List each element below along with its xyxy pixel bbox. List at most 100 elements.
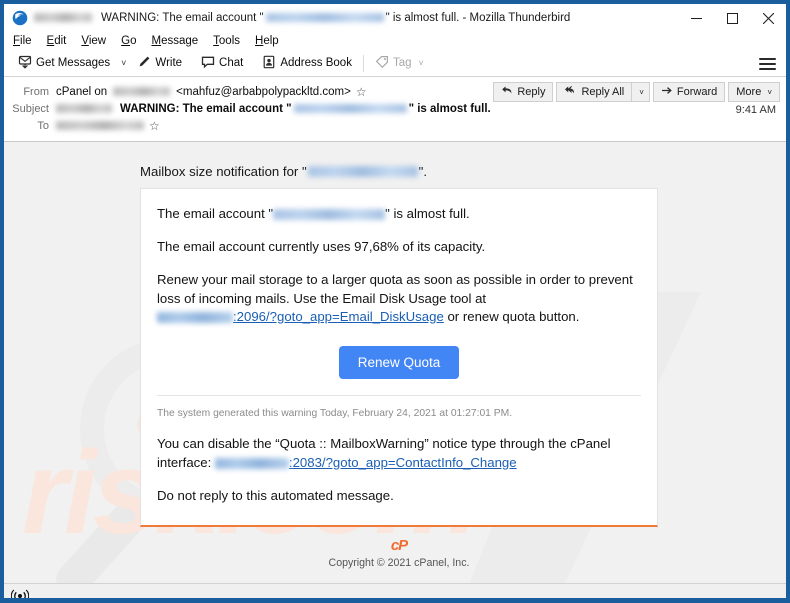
menu-tools-label: ools <box>218 35 241 47</box>
address-book-icon <box>262 55 276 72</box>
reply-all-arrow-icon <box>564 85 577 99</box>
menu-edit-label: dit <box>54 35 67 47</box>
capacity-usage-line: The email account currently uses 97,68% … <box>157 239 486 255</box>
window-title-text-end: " is almost full. - Mozilla Thunderbird <box>385 11 571 24</box>
redacted-disk-usage-host <box>157 311 233 323</box>
window-controls <box>678 4 786 32</box>
redacted-to-address <box>56 121 144 130</box>
no-reply-line: Do not reply to this automated message. <box>157 487 394 503</box>
menu-go[interactable]: Go <box>121 35 143 47</box>
renew-quota-button[interactable]: Renew Quota <box>338 346 460 380</box>
toolbar-separator <box>362 54 364 72</box>
window-title: WARNING: The email account " " is almost… <box>34 12 570 24</box>
title-bar: WARNING: The email account " " is almost… <box>4 4 786 32</box>
menu-go-label: o <box>130 35 137 47</box>
star-icon[interactable]: ☆ <box>149 120 160 132</box>
mailbox-notification-line: Mailbox size notification for " ". <box>140 164 786 179</box>
reply-all-label: Reply All <box>581 86 625 98</box>
renew-instruction-text: Renew your mail storage to a larger quot… <box>157 272 633 306</box>
menu-go-key: G <box>121 35 131 47</box>
menu-message-label: essage <box>161 35 199 47</box>
reply-all-dropdown[interactable]: ˅ <box>631 82 650 102</box>
email-footer: cP Copyright © 2021 cPanel, Inc. <box>140 527 658 569</box>
get-messages-label: Get Messages <box>36 57 111 69</box>
redacted-account-email <box>273 209 386 221</box>
thunderbird-icon <box>12 10 28 26</box>
minimize-button[interactable] <box>678 4 714 32</box>
chat-button[interactable]: Chat <box>195 53 249 74</box>
menu-view[interactable]: View <box>81 35 113 47</box>
menu-file[interactable]: File <box>13 35 39 47</box>
subject-text: WARNING: The email account " <box>120 102 292 115</box>
reply-label: Reply <box>517 86 546 98</box>
download-mail-icon <box>18 55 32 72</box>
main-toolbar: Get Messages ˅ Write Chat Address Book T… <box>4 50 786 77</box>
pencil-icon <box>137 55 151 72</box>
subject-value: WARNING: The email account " " is almost… <box>56 103 491 115</box>
message-time: 9:41 AM <box>735 104 776 116</box>
renew-instruction-line: Renew your mail storage to a larger quot… <box>157 271 641 326</box>
system-generated-note: The system generated this warning Today,… <box>157 408 513 420</box>
reply-all-split-button: Reply All ˅ <box>556 82 650 102</box>
chat-label: Chat <box>219 57 244 69</box>
reply-arrow-icon <box>501 85 513 99</box>
chevron-down-icon: ˅ <box>767 87 772 97</box>
close-button[interactable] <box>750 4 786 32</box>
address-book-label: Address Book <box>280 57 352 69</box>
copyright-text: Copyright © 2021 cPanel, Inc. <box>328 556 470 569</box>
hamburger-menu-icon[interactable] <box>759 55 776 72</box>
more-button[interactable]: More ˅ <box>728 82 780 102</box>
tag-label: Tag <box>392 57 412 69</box>
tag-icon <box>375 55 389 72</box>
star-icon[interactable]: ☆ <box>356 86 367 98</box>
reply-all-button[interactable]: Reply All <box>556 82 632 102</box>
forward-label: Forward <box>676 86 718 98</box>
menu-help-label: elp <box>263 35 279 47</box>
cpanel-logo-icon: cP <box>390 536 408 554</box>
menu-tools[interactable]: Tools <box>213 35 247 47</box>
message-header: From cPanel on <mahfuz@arbabpolypackltd.… <box>4 77 786 142</box>
to-value: ☆ <box>56 120 160 132</box>
subject-row: Subject WARNING: The email account " " i… <box>4 100 786 117</box>
from-email-address: <mahfuz@arbabpolypackltd.com> <box>176 85 351 98</box>
email-card: The email account " " is almost full. The… <box>140 188 658 527</box>
forward-button[interactable]: Forward <box>652 82 726 102</box>
get-messages-dropdown[interactable]: ˅ <box>116 56 131 70</box>
menu-message-key: M <box>151 35 162 47</box>
chevron-down-icon: ˅ <box>639 87 644 97</box>
from-sender-name: cPanel on <box>56 85 108 98</box>
chat-bubble-icon <box>201 55 215 72</box>
account-full-suffix: " is almost full. <box>385 206 470 221</box>
subject-label: Subject <box>12 102 49 115</box>
reply-button[interactable]: Reply <box>493 82 554 102</box>
account-full-prefix: The email account " <box>157 206 274 221</box>
contactinfo-change-link[interactable]: :2083/?goto_app=ContactInfo_Change <box>289 455 517 470</box>
forward-arrow-icon <box>661 85 673 99</box>
menu-message[interactable]: Message <box>151 35 205 47</box>
redacted-subject-email <box>293 104 407 113</box>
account-full-line: The email account " " is almost full. <box>157 205 641 223</box>
intro-prefix: Mailbox size notification for " <box>140 164 307 179</box>
menu-help[interactable]: Help <box>255 35 286 47</box>
hamburger-line-2 <box>759 62 776 65</box>
address-book-button[interactable]: Address Book <box>256 53 358 74</box>
status-bar <box>4 583 786 598</box>
hamburger-line-1 <box>759 57 776 60</box>
write-button[interactable]: Write <box>131 53 188 74</box>
redacted-subject-prefix <box>56 104 112 113</box>
redacted-intro-domain <box>307 166 418 177</box>
get-messages-button[interactable]: Get Messages <box>12 53 116 74</box>
tag-button[interactable]: Tag ˅ <box>369 53 430 74</box>
tag-dropdown-caret[interactable]: ˅ <box>419 58 424 68</box>
maximize-button[interactable] <box>714 4 750 32</box>
to-row: To ☆ <box>4 117 786 134</box>
renew-quota-row: Renew Quota <box>157 346 641 380</box>
email-disk-usage-link[interactable]: :2096/?goto_app=Email_DiskUsage <box>233 309 444 324</box>
menu-view-key: V <box>81 35 89 47</box>
menu-edit[interactable]: Edit <box>47 35 74 47</box>
menu-file-key: F <box>13 35 21 47</box>
to-label: To <box>37 119 49 132</box>
card-divider <box>157 395 641 397</box>
disable-notice-line: You can disable the “Quota :: MailboxWar… <box>157 435 641 471</box>
hamburger-line-3 <box>759 67 776 70</box>
